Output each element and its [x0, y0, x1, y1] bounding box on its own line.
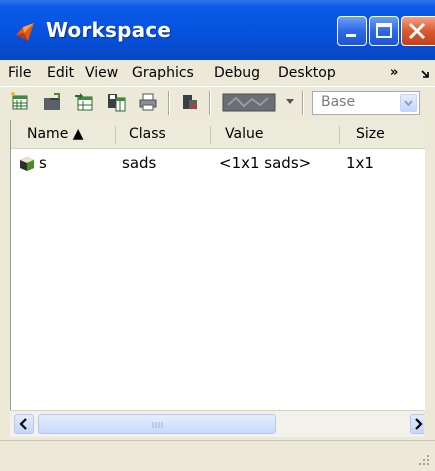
column-divider[interactable] [339, 126, 340, 144]
maximize-icon [376, 23, 392, 38]
scroll-left-icon [19, 418, 27, 430]
dock-arrow-icon[interactable] [420, 68, 434, 80]
stack-select-value: Base [321, 94, 356, 110]
resize-grip-icon[interactable] [417, 453, 431, 467]
column-header-size[interactable]: Size [356, 120, 385, 148]
delete-icon[interactable] [180, 92, 200, 112]
scroll-left-button[interactable] [14, 414, 34, 434]
cell-class: sads [122, 154, 157, 172]
column-header-class[interactable]: Class [129, 120, 166, 148]
object-icon [20, 157, 34, 171]
minimize-button[interactable] [337, 16, 367, 46]
menu-overflow-button[interactable]: » [390, 60, 398, 86]
menu-edit[interactable]: Edit [47, 60, 74, 86]
cell-size: 1x1 [346, 154, 374, 172]
column-divider[interactable] [210, 126, 211, 144]
chevron-down-icon[interactable] [285, 98, 295, 106]
open-file-icon[interactable] [42, 92, 62, 112]
status-bar [0, 440, 435, 471]
stack-select[interactable]: Base [312, 91, 420, 115]
toolbar-separator [168, 91, 170, 115]
plot-icon[interactable] [222, 92, 278, 112]
save-workspace-icon[interactable] [106, 92, 126, 112]
toolbar-separator [209, 91, 211, 115]
toolbar-separator [302, 91, 304, 115]
close-button[interactable] [401, 16, 435, 46]
scrollbar-thumb[interactable] [38, 414, 276, 434]
new-variable-icon[interactable] [10, 92, 30, 112]
chevron-down-icon [404, 100, 413, 107]
matlab-icon [16, 23, 34, 41]
column-header-value[interactable]: Value [225, 120, 263, 148]
cell-value: <1x1 sads> [219, 154, 312, 172]
scroll-right-button[interactable] [410, 414, 424, 434]
table-row[interactable]: s sads <1x1 sads> 1x1 [11, 150, 425, 176]
scroll-right-icon [415, 418, 423, 430]
menu-file[interactable]: File [8, 60, 31, 86]
toolbar: Base [0, 86, 435, 119]
minimize-icon [346, 34, 356, 37]
stack-dropdown-button[interactable] [400, 94, 417, 112]
menu-view[interactable]: View [85, 60, 118, 86]
title-bar[interactable]: Workspace [0, 0, 435, 60]
horizontal-scrollbar[interactable] [10, 410, 424, 437]
print-icon[interactable] [138, 92, 158, 112]
import-data-icon[interactable] [74, 92, 94, 112]
window-title: Workspace [46, 18, 172, 42]
close-icon [408, 22, 426, 40]
menu-desktop[interactable]: Desktop [278, 60, 336, 86]
cell-name: s [39, 154, 47, 172]
workspace-window: Workspace File Edit View Graphics Debug … [0, 0, 435, 471]
column-header-name[interactable]: Name ▲ [27, 120, 84, 148]
menu-debug[interactable]: Debug [214, 60, 260, 86]
menu-bar: File Edit View Graphics Debug Desktop » [0, 60, 435, 86]
variables-table[interactable]: Name ▲ Class Value Size s sads <1x1 sads… [10, 120, 425, 410]
grip-icon [152, 422, 163, 428]
menu-graphics[interactable]: Graphics [132, 60, 194, 86]
maximize-button[interactable] [369, 16, 399, 46]
table-header: Name ▲ Class Value Size [11, 120, 425, 149]
column-divider[interactable] [115, 126, 116, 144]
